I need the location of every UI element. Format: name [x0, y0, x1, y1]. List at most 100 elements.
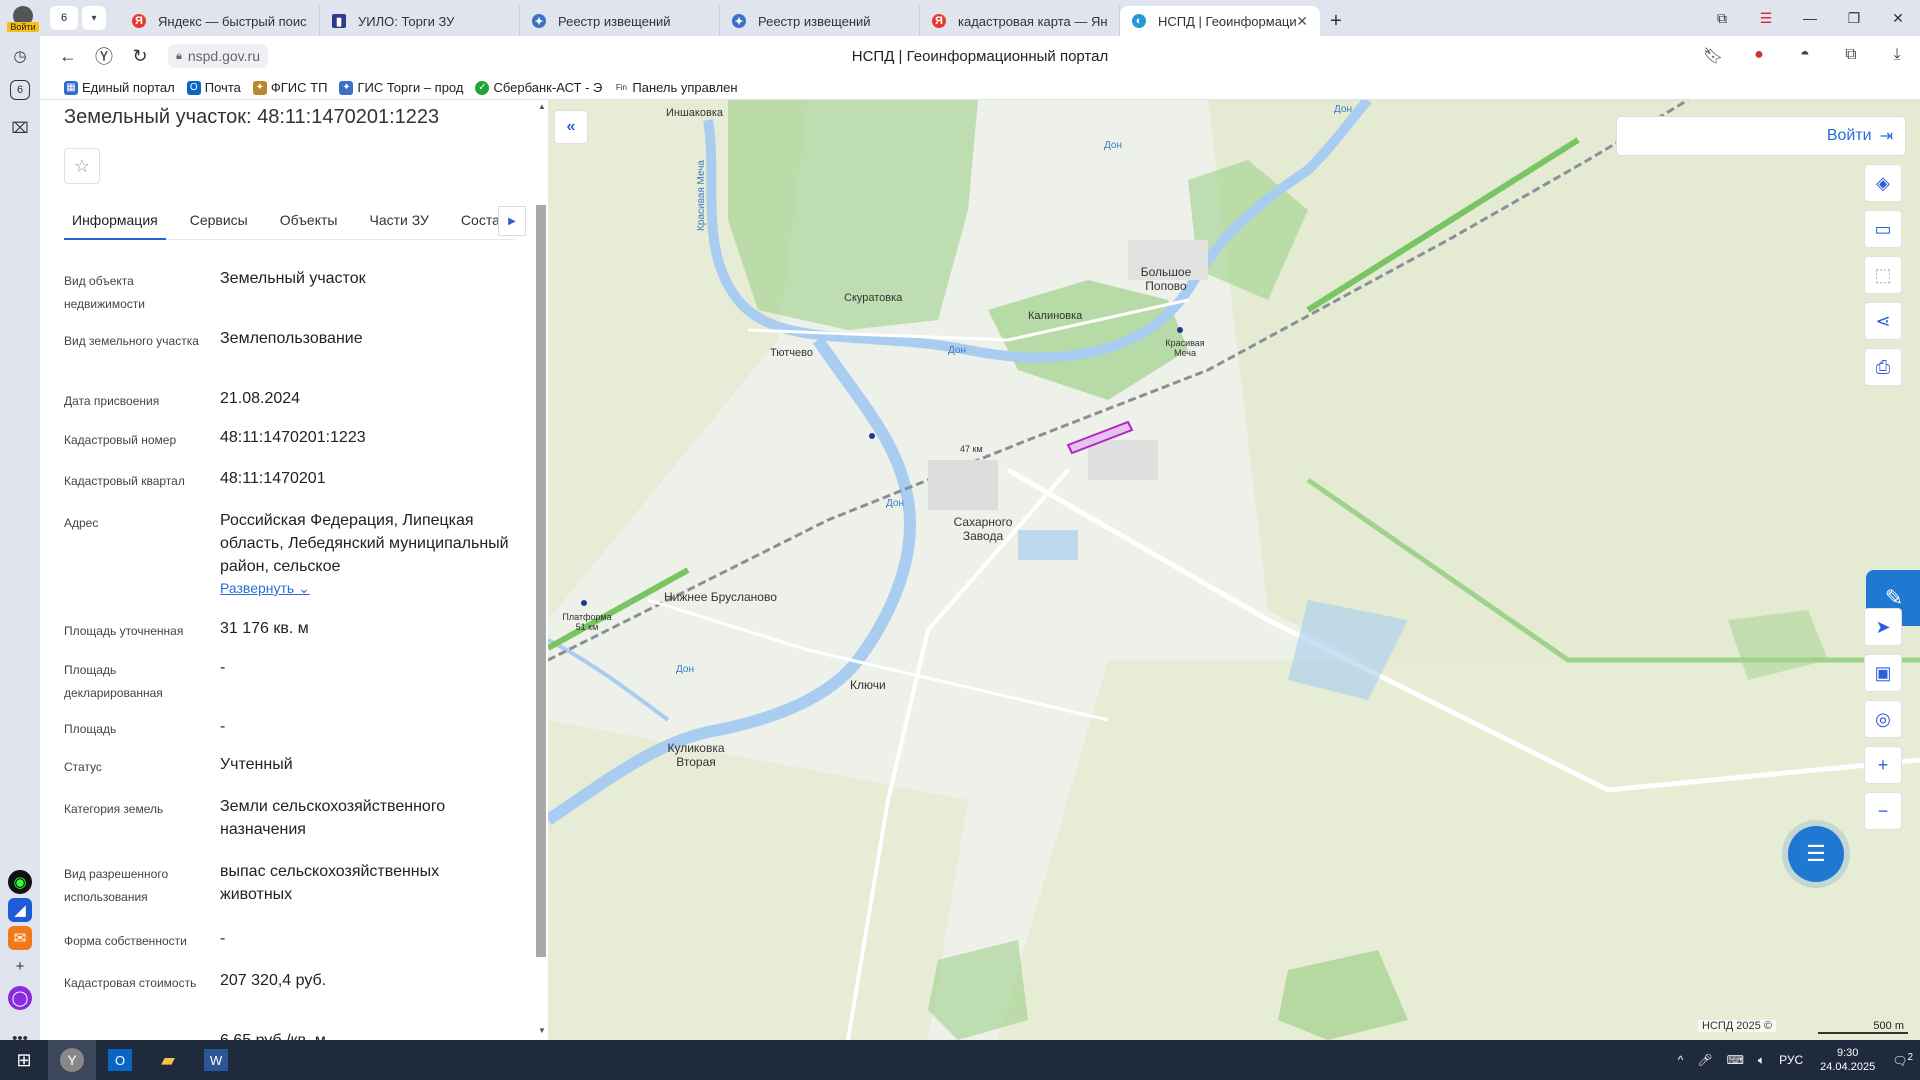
alice-icon[interactable]: ◯ [8, 986, 32, 1010]
clock[interactable]: 9:30 24.04.2025 [1820, 1046, 1875, 1074]
fin-icon: Fin [614, 80, 629, 95]
new-tab-button[interactable]: + [1320, 6, 1352, 36]
add-icon[interactable]: + [8, 954, 32, 978]
scroll-up-icon[interactable]: ▲ [536, 102, 548, 111]
tab-parts[interactable]: Части ЗУ [361, 200, 436, 240]
taskbar-yandex[interactable]: Y [48, 1040, 96, 1080]
app-icon-1[interactable]: ◉ [8, 870, 32, 894]
map-scale: 500 m [1818, 1020, 1908, 1034]
mail-icon[interactable]: ✉ [8, 926, 32, 950]
network-icon[interactable]: ⌨ [1727, 1053, 1744, 1067]
bookmark-icon[interactable]: 🔖︎ [1690, 46, 1736, 66]
expand-link[interactable]: Развернуть ⌄ [220, 580, 310, 597]
bookmark-item-portal[interactable]: ▦ Единый портал [64, 80, 175, 95]
info-panel: Земельный участок: 48:11:1470201:1223 ☆ … [48, 100, 536, 1040]
panel-scroll-thumb[interactable] [536, 205, 546, 957]
outlook-icon: O [108, 1049, 132, 1071]
vpn-icon[interactable]: ◓ [1782, 46, 1828, 66]
extension-icon[interactable]: ● [1736, 46, 1782, 66]
login-button[interactable]: Войти ⇥ [1616, 116, 1906, 156]
restore-button[interactable]: ❐ [1832, 10, 1876, 27]
notifications-icon[interactable]: 🗨︎2 [1892, 1052, 1913, 1068]
bookmarks-bar: ▦ Единый портал O Почта ✦ ФГИС ТП ✦ ГИС Торг… [40, 76, 1920, 100]
reload-icon[interactable]: ↻ [122, 40, 158, 72]
history-icon[interactable]: ◷ [8, 44, 32, 68]
portal-icon: ▦ [64, 80, 78, 95]
share-button[interactable]: ⋖ [1864, 302, 1902, 340]
locate-button[interactable]: ➤ [1864, 608, 1902, 646]
taskbar-explorer[interactable]: ▰ [144, 1040, 192, 1080]
bookmark-item-sber[interactable]: ✓ Сбербанк-АСТ - Э [475, 80, 602, 95]
taskbar-outlook[interactable]: O [96, 1040, 144, 1080]
bookmark-item-gis-torgi[interactable]: ✦ ГИС Торги – прод [339, 80, 463, 95]
select-area-button[interactable]: ⬚ [1864, 256, 1902, 294]
url-field[interactable]: 🔒︎ nspd.gov.ru [168, 44, 268, 68]
map-label-krasivaya-mecha-station: Красивая Меча [1165, 338, 1205, 358]
microphone-icon[interactable]: 🎤︎ [1697, 1053, 1712, 1067]
map-canvas[interactable]: Иншаковка Скуратовка Калиновка Тютчево Б… [548, 100, 1920, 1040]
layers-icon: ◈ [1876, 172, 1890, 193]
tab-reestr-2[interactable]: ✦ Реестр извещений [720, 6, 920, 36]
tabs-scroll-right-icon[interactable]: ▶ [498, 206, 526, 236]
map-label-don-1: Дон [948, 345, 966, 356]
menu-icon[interactable]: ☰ [1744, 10, 1788, 27]
tab-reestr-1[interactable]: ✦ Реестр извещений [520, 6, 720, 36]
app-icon-2[interactable]: ◢ [8, 898, 32, 922]
emblem-icon: ✦ [339, 80, 354, 95]
bars-icon: ▮ [332, 14, 346, 28]
tab-objects[interactable]: Объекты [272, 200, 346, 240]
tab-yandex[interactable]: Я Яндекс — быстрый поиск [120, 6, 320, 36]
map-label-inshakovka: Иншаковка [666, 107, 723, 119]
language-indicator[interactable]: РУС [1779, 1053, 1803, 1067]
tab-information[interactable]: Информация [64, 200, 166, 240]
windows-icon: ⊞ [16, 1049, 32, 1070]
yandex-icon: Я [932, 14, 946, 28]
outlook-icon: O [186, 80, 201, 95]
start-button[interactable]: ⊞ [0, 1040, 48, 1080]
download-icon[interactable]: ⤓ [1874, 46, 1920, 66]
volume-icon[interactable]: 🔈︎ [1758, 1053, 1765, 1068]
zoom-in-button[interactable]: + [1864, 746, 1902, 784]
tab-services[interactable]: Сервисы [182, 200, 256, 240]
zoom-out-button[interactable]: − [1864, 792, 1902, 830]
layers-button[interactable]: ◈ [1864, 164, 1902, 202]
minimize-button[interactable]: — [1788, 10, 1832, 26]
bookmark-item-panel[interactable]: Fin Панель управлен [614, 80, 738, 95]
tab-uilo[interactable]: ▮ УИЛО: Торги ЗУ [320, 6, 520, 36]
map-label-don-4: Дон [1104, 140, 1122, 151]
print-button[interactable]: ⎙ [1864, 348, 1902, 386]
bookmark-item-mail[interactable]: O Почта [186, 80, 241, 95]
clock-time: 9:30 [1836, 1047, 1859, 1059]
panel-title: Земельный участок: 48:11:1470201:1223 [64, 106, 440, 128]
bookmark-item-fgis[interactable]: ✦ ФГИС ТП [252, 80, 327, 95]
support-chat-button[interactable]: ☰ [1788, 826, 1844, 882]
map-label-kulikovka: Куликовка Вторая [667, 741, 725, 769]
tabs-count-button[interactable]: 6 [50, 6, 78, 30]
collapse-panel-button[interactable]: « [554, 110, 588, 144]
tab-strip: Войти 6 ▾ Я Яндекс — быстрый поиск ▮ УИЛО:… [0, 0, 1920, 36]
collections-panel-icon[interactable]: ⧉ [1828, 46, 1874, 66]
close-tab-icon[interactable]: ✕ [1296, 13, 1308, 30]
tab-kadastr-yandex[interactable]: Якадастровая карта — Янд [920, 6, 1120, 36]
profile-button[interactable]: Войти [0, 0, 46, 36]
tab-nspd[interactable]: ◐ НСПД | Геоинформаци ✕ [1120, 6, 1320, 36]
collections-icon[interactable]: ⧉ [1700, 10, 1744, 27]
geolocation-button[interactable]: ◎ [1864, 700, 1902, 738]
screenshot-icon[interactable]: ⌧ [8, 116, 32, 140]
taskbar-word[interactable]: W [192, 1040, 240, 1080]
tray-expand-icon[interactable]: ^ [1678, 1053, 1684, 1067]
close-window-button[interactable]: ✕ [1876, 10, 1920, 27]
tabs-badge[interactable]: 6 [10, 80, 30, 100]
clock-date: 24.04.2025 [1820, 1061, 1876, 1073]
map-label-sakharnogo-zavoda: Сахарного Завода [953, 515, 1013, 543]
back-icon[interactable]: ← [50, 40, 86, 72]
url-text: nspd.gov.ru [187, 48, 260, 64]
map-label-don-2: Дон [886, 498, 904, 509]
yandex-logo-icon[interactable]: Ⓨ [86, 40, 122, 72]
ruler-button[interactable]: ▭ [1864, 210, 1902, 248]
scroll-down-icon[interactable]: ▼ [536, 1026, 548, 1035]
tabs-dropdown-icon[interactable]: ▾ [82, 6, 106, 30]
minus-icon: − [1877, 800, 1889, 821]
minimap-button[interactable]: ▣ [1864, 654, 1902, 692]
favorite-star-icon[interactable]: ☆ [64, 148, 100, 184]
